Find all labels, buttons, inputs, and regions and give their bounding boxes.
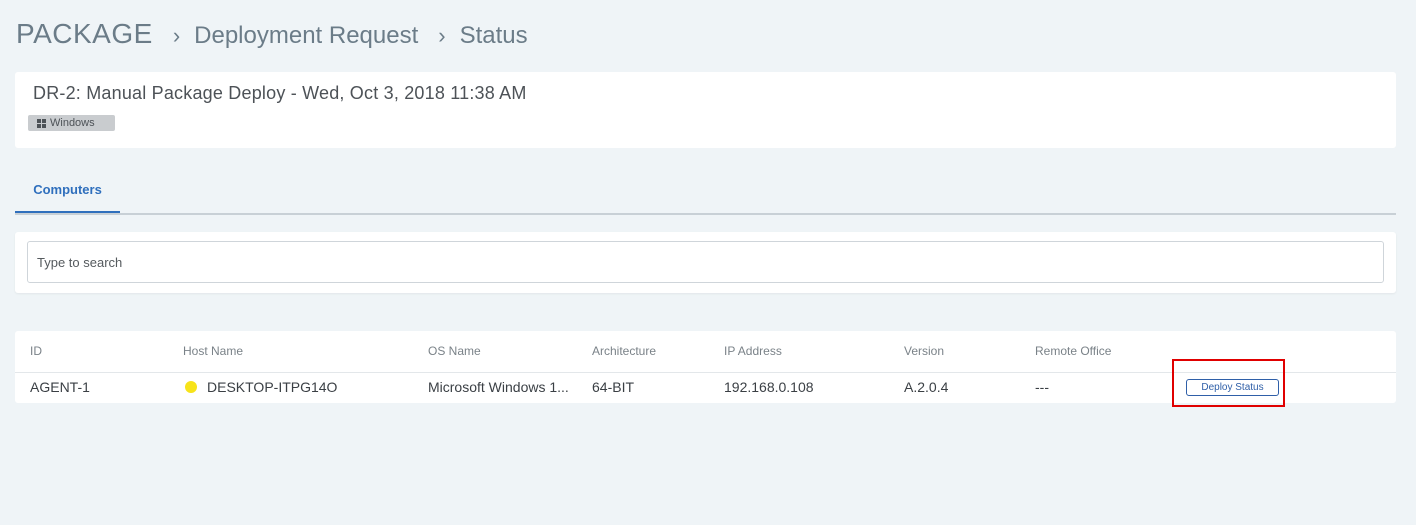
chevron-right-icon: › (172, 23, 181, 48)
chevron-right-icon: › (438, 23, 446, 48)
cell-os-name: Microsoft Windows 1... (428, 379, 569, 395)
os-badge-label: Windows (50, 117, 95, 129)
computers-table: ID Host Name OS Name Architecture IP Add… (15, 331, 1396, 403)
cell-version: A.2.0.4 (904, 379, 949, 395)
deploy-status-button[interactable]: Deploy Status (1186, 379, 1279, 396)
request-header-card: DR-2: Manual Package Deploy - Wed, Oct 3… (15, 72, 1396, 148)
cell-architecture: 64-BIT (592, 379, 635, 395)
cell-ip-address: 192.168.0.108 (724, 379, 814, 395)
column-header-architecture[interactable]: Architecture (592, 344, 656, 358)
column-header-id[interactable]: ID (30, 344, 42, 358)
column-header-os-name[interactable]: OS Name (428, 344, 481, 358)
breadcrumb-root[interactable]: PACKAGE (16, 18, 153, 50)
os-badge: Windows (28, 115, 115, 131)
cell-host-name: DESKTOP-ITPG14O (185, 379, 337, 395)
search-input[interactable] (27, 241, 1384, 283)
breadcrumb: PACKAGE › Deployment Request › Status (16, 18, 528, 50)
windows-icon (37, 118, 46, 128)
column-header-version[interactable]: Version (904, 344, 944, 358)
cell-remote-office: --- (1035, 379, 1049, 395)
tab-computers[interactable]: Computers (15, 172, 120, 213)
breadcrumb-status: Status (459, 22, 528, 49)
column-header-host-name[interactable]: Host Name (183, 344, 243, 358)
tab-bar: Computers (15, 172, 1396, 215)
table-row: AGENT-1 DESKTOP-ITPG14O Microsoft Window… (15, 372, 1396, 403)
column-header-ip-address[interactable]: IP Address (724, 344, 782, 358)
search-card (15, 232, 1396, 293)
request-title: DR-2: Manual Package Deploy - Wed, Oct 3… (33, 83, 527, 103)
column-header-remote-office[interactable]: Remote Office (1035, 344, 1111, 358)
status-dot-icon (185, 381, 197, 393)
table-header: ID Host Name OS Name Architecture IP Add… (15, 331, 1396, 373)
cell-id: AGENT-1 (30, 379, 90, 395)
breadcrumb-deployment-request[interactable]: Deployment Request (194, 22, 418, 50)
host-name-text: DESKTOP-ITPG14O (207, 379, 338, 395)
